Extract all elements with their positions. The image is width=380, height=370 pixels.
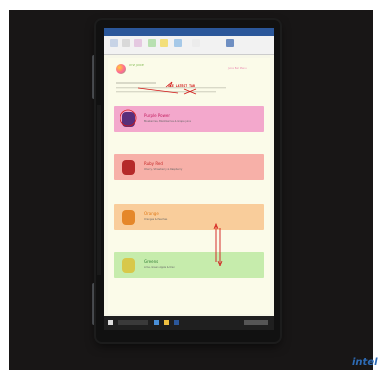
side-rail — [97, 105, 101, 275]
word-icon[interactable] — [174, 320, 179, 325]
color-icon[interactable] — [160, 39, 168, 47]
styles-icon[interactable] — [174, 39, 182, 47]
section-title: Orange — [144, 211, 159, 216]
fruit-cup-icon — [122, 210, 135, 225]
highlight-icon[interactable] — [148, 39, 156, 47]
font-icon[interactable] — [122, 39, 130, 47]
search-box[interactable] — [118, 320, 148, 325]
section-title: Purple Power — [144, 113, 170, 118]
start-icon[interactable] — [108, 320, 113, 325]
fruit-cup-icon — [122, 160, 135, 175]
system-tray[interactable] — [244, 320, 268, 325]
section-subtitle: Oranges & Peaches — [144, 218, 168, 221]
brand-name: XYZ JUICE — [129, 63, 144, 67]
page-header: Juice Bar Menu — [228, 67, 247, 70]
document-page[interactable]: XYZ JUICE Juice Bar Menu USE LATEST TAB … — [108, 58, 270, 314]
annotation-strokes — [116, 81, 226, 95]
edge-icon[interactable] — [154, 320, 159, 325]
tablet-screen: XYZ JUICE Juice Bar Menu USE LATEST TAB … — [104, 28, 274, 330]
taskbar — [104, 316, 274, 330]
section-subtitle: Cherry, Strawberry & Raspberry — [144, 168, 183, 171]
section-title: Ruby Red — [144, 161, 163, 166]
editing-icon[interactable] — [226, 39, 234, 47]
annotation-double-arrow — [213, 222, 223, 266]
brand-logo-icon — [116, 64, 126, 74]
paste-icon[interactable] — [110, 39, 118, 47]
fruit-cup-icon — [122, 258, 135, 273]
section-subtitle: Blueberries, Blackberries & Grape juice — [144, 120, 191, 123]
folder-icon[interactable] — [164, 320, 169, 325]
intel-logo: intel — [352, 357, 378, 368]
style-gallery-icon[interactable] — [192, 39, 200, 47]
word-title-bar — [104, 28, 274, 36]
format-icon[interactable] — [134, 39, 142, 47]
section-subtitle: Lime, Green Apple & Kiwi — [144, 266, 175, 269]
section-red: Ruby Red Cherry, Strawberry & Raspberry — [114, 154, 264, 180]
annotation-circle — [120, 109, 137, 127]
word-ribbon[interactable] — [104, 36, 274, 55]
section-title: Greens — [144, 259, 159, 264]
section-green: Greens Lime, Green Apple & Kiwi — [114, 252, 264, 278]
section-orange: Orange Oranges & Peaches — [114, 204, 264, 230]
